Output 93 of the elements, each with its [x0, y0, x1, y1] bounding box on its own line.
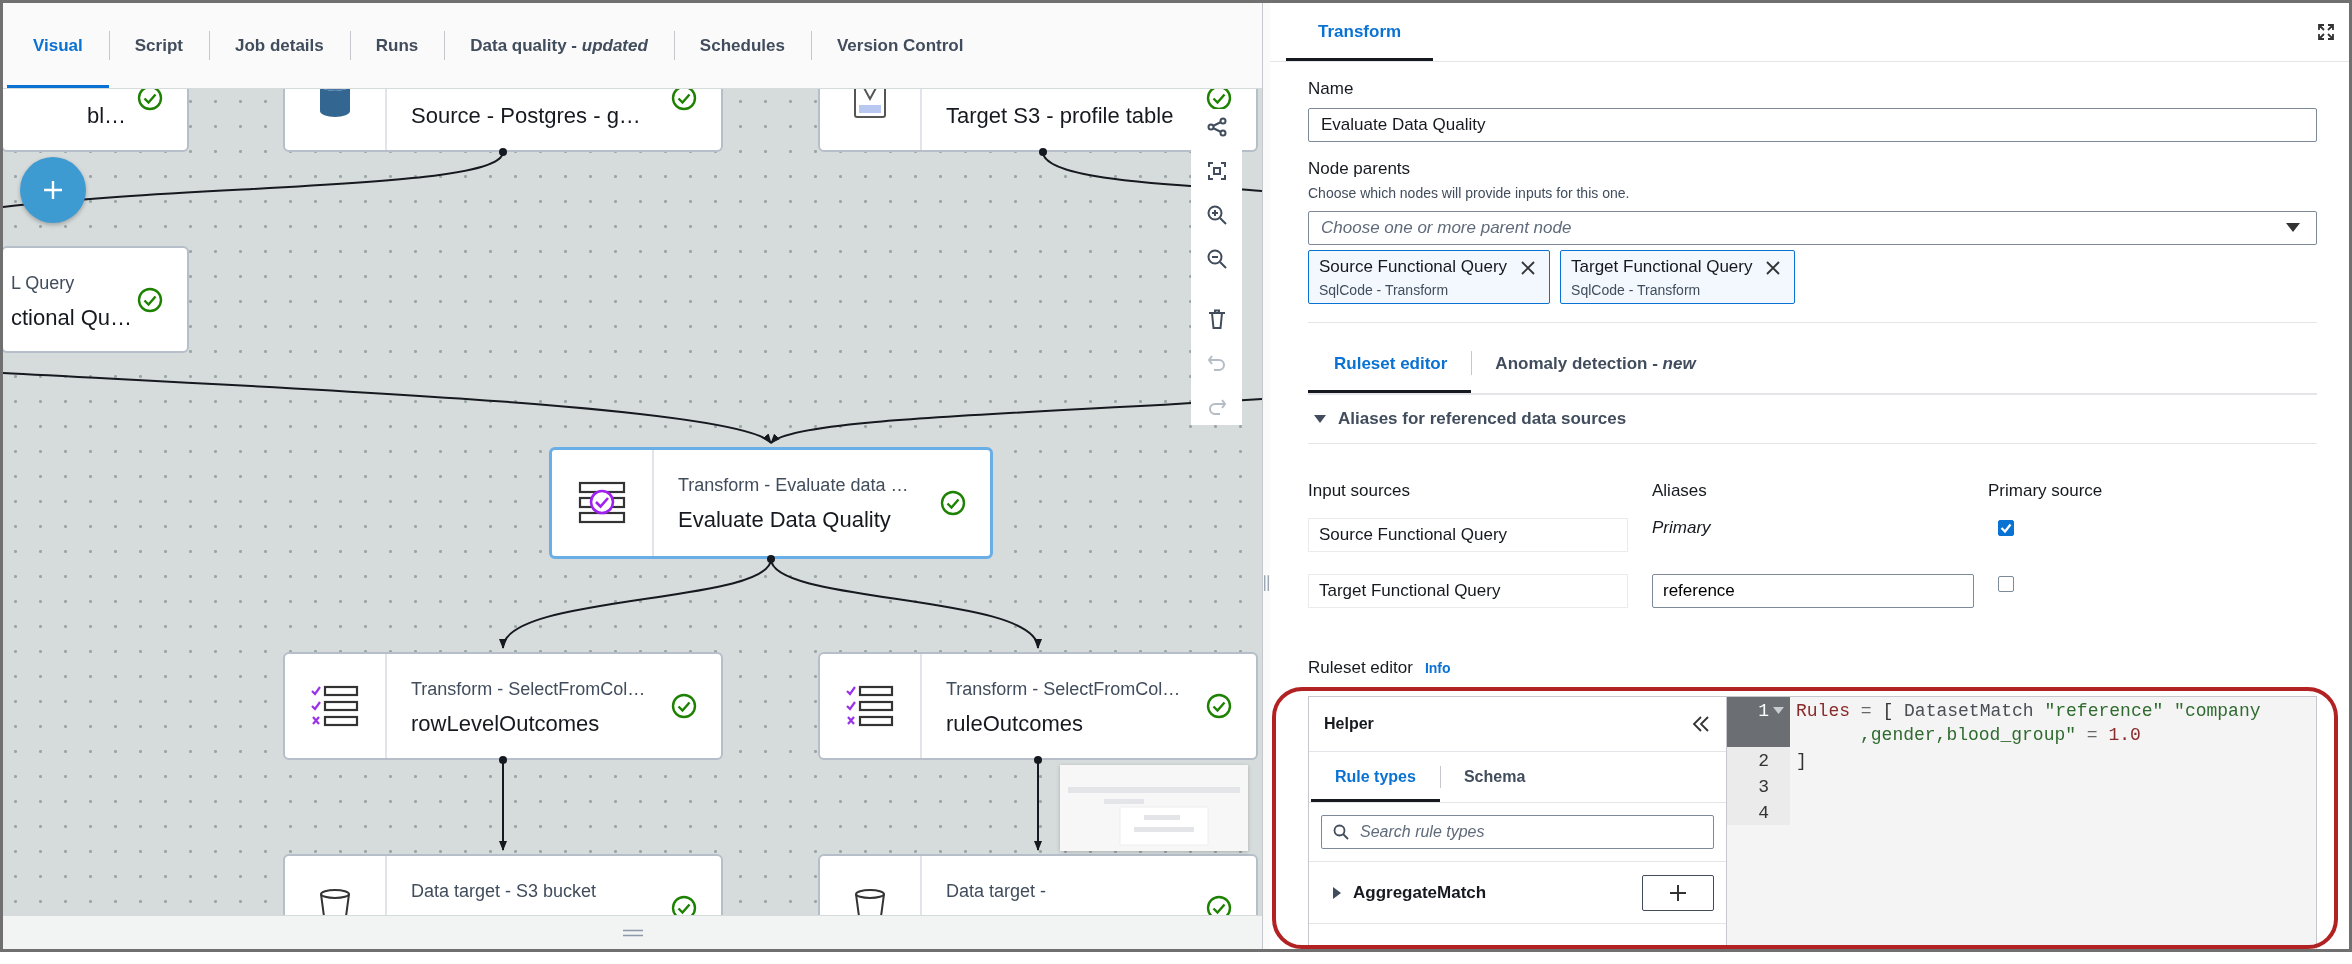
node-type: Transform - Evaluate data … [678, 474, 910, 496]
field-hint: Choose which nodes will provide inputs for this one. [1308, 184, 1631, 203]
plus-icon [42, 179, 64, 201]
graph-icon [1205, 116, 1228, 138]
field-label: Name [1308, 78, 1355, 100]
chip-name: Source Functional Query [1319, 256, 1508, 278]
tab[interactable]: Visual [7, 3, 109, 88]
node-type: Transform - SelectFromCol… [411, 678, 647, 700]
add-button[interactable] [1642, 874, 1714, 911]
fit-view-icon [1205, 160, 1228, 182]
chip-type: SqlCode - Transform [1319, 282, 1450, 298]
node-card[interactable]: Transform - SelectFromCol… ruleOutcomes [818, 652, 1258, 760]
tab[interactable]: Script [108, 3, 209, 88]
caret-icon[interactable] [1331, 886, 1343, 899]
chip-name: Target Functional Query [1571, 256, 1753, 278]
tab[interactable]: Anomaly detection - new [1471, 335, 1720, 393]
node-card[interactable]: Target S3 - profile table [818, 89, 1258, 152]
field-label: Node parents [1308, 158, 1412, 180]
node-card[interactable]: Transform - Evaluate data … Evaluate Data Quality [549, 447, 993, 559]
expand-icon[interactable] [2317, 23, 2335, 41]
tab[interactable]: Version Control [810, 3, 990, 88]
plus-icon [1669, 883, 1687, 902]
code-line: Rules = [ DatasetMatch "reference" "company [1796, 700, 2261, 723]
tab[interactable]: Runs [349, 3, 445, 88]
port[interactable] [1034, 756, 1042, 764]
helper-title: Helper [1324, 715, 1374, 733]
tab[interactable]: Schedules [673, 3, 811, 88]
quality-check-icon [576, 481, 628, 525]
code-line: ] [1796, 750, 1807, 773]
chip-type: SqlCode - Transform [1571, 282, 1702, 298]
tab[interactable]: Ruleset editor [1308, 335, 1472, 393]
line-number: 4 [1758, 802, 1769, 825]
node-title: ctional Qu… [11, 304, 134, 332]
node-title: Source - Postgres - g… [411, 102, 642, 130]
node-title: ruleOutcomes [946, 710, 1084, 738]
zoom-out-icon [1205, 248, 1228, 270]
drag-handle-icon[interactable] [621, 928, 644, 937]
fold-icon[interactable] [1773, 707, 1784, 715]
name-field[interactable]: Evaluate Data Quality [1308, 108, 2317, 142]
node-title: Evaluate Data Quality [678, 506, 892, 534]
alias-label: Primary [1652, 518, 1711, 538]
source-field: Source Functional Query [1308, 518, 1628, 552]
section-title: Aliases for referenced data sources [1338, 409, 1627, 429]
tab[interactable]: Data quality - updated [444, 3, 674, 88]
line-number: 3 [1758, 776, 1769, 799]
node-type: Data target - [946, 880, 1048, 902]
node-title: Target S3 - profile table [946, 102, 1175, 130]
alias-field[interactable]: reference [1652, 574, 1974, 608]
node-card[interactable]: Data target - S3 bucket [283, 854, 723, 915]
port[interactable] [1039, 148, 1047, 156]
field-label: Ruleset editor [1308, 658, 1413, 678]
checklist-icon [844, 684, 896, 728]
source-field: Target Functional Query [1308, 574, 1628, 608]
column-header: Aliases [1652, 480, 1708, 502]
line-number: 1 [1758, 700, 1769, 723]
collapse-icon[interactable] [1692, 716, 1710, 732]
search-field[interactable]: Search rule types [1321, 815, 1714, 849]
caret-icon [2286, 223, 2300, 233]
node-title: rowLevelOutcomes [411, 710, 601, 738]
column-header: Primary source [1988, 480, 2104, 502]
node-type: Data target - S3 bucket [411, 880, 598, 902]
zoom-in-icon [1205, 204, 1228, 226]
close-icon[interactable] [1766, 261, 1781, 275]
search-icon [1333, 824, 1349, 840]
node-card[interactable]: L Query ctional Qu… [3, 246, 189, 353]
node-type: Transform - SelectFromCol… [946, 678, 1182, 700]
parent-select[interactable]: Choose one or more parent node [1308, 211, 2317, 245]
database-icon [318, 89, 352, 118]
node-title: bl… [87, 102, 128, 130]
tab[interactable]: Rule types [1311, 752, 1440, 802]
node-card[interactable]: Data target - [818, 854, 1258, 915]
node-type: L Query [11, 272, 76, 294]
node-card[interactable]: Source - Postgres - g… [283, 89, 723, 152]
checklist-icon [309, 684, 361, 728]
line-number: 2 [1758, 750, 1769, 773]
info-link[interactable]: Info [1424, 660, 1451, 676]
node-card[interactable]: bl… [3, 89, 189, 152]
select-placeholder: Choose one or more parent node [1321, 218, 1572, 238]
tab[interactable]: Job details [208, 3, 350, 88]
rule-type-name: AggregateMatch [1353, 882, 1488, 903]
node-card[interactable]: Transform - SelectFromCol… rowLevelOutcomes [283, 652, 723, 760]
caret-icon[interactable] [1314, 413, 1326, 425]
port[interactable] [499, 756, 507, 764]
column-header: Input sources [1308, 480, 1412, 502]
port[interactable] [499, 148, 507, 156]
tab[interactable]: Transform [1286, 3, 1434, 61]
close-icon[interactable] [1521, 261, 1536, 275]
code-line: ,gender,blood_group" = 1.0 [1859, 724, 2142, 747]
drag-handle-icon[interactable] [1263, 573, 1270, 593]
checkbox[interactable] [1998, 520, 2014, 536]
port[interactable] [767, 555, 775, 563]
tab[interactable]: Schema [1439, 752, 1550, 802]
checkbox[interactable] [1998, 576, 2014, 592]
